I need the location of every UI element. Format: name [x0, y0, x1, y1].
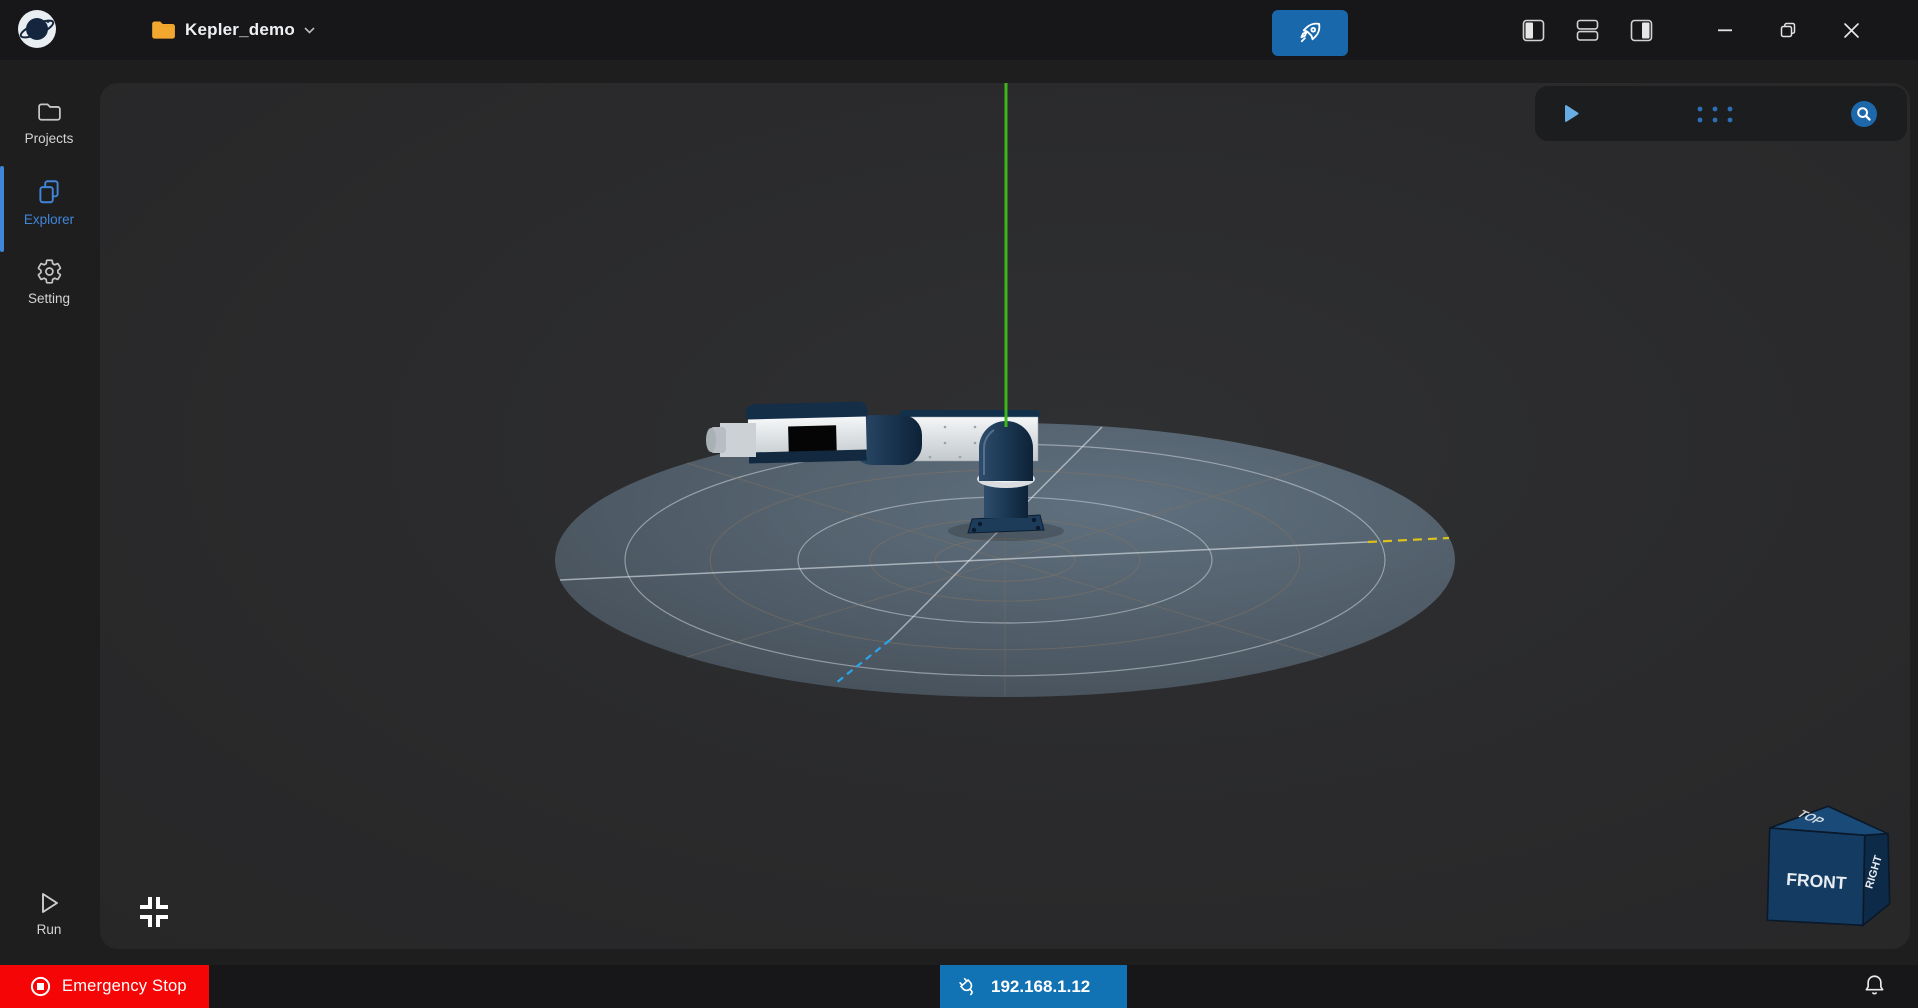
app-window: Kepler_demo: [0, 0, 1918, 1008]
restore-button[interactable]: [1777, 19, 1799, 41]
play-outline-icon: [37, 890, 61, 916]
ip-address-label: 192.168.1.12: [991, 977, 1090, 997]
cube-label-front: FRONT: [1786, 869, 1848, 893]
titlebar: Kepler_demo: [0, 0, 1918, 60]
planet-icon: [17, 9, 57, 49]
project-name: Kepler_demo: [185, 20, 295, 40]
app-logo: [17, 9, 57, 49]
layout-toggle-group: [1520, 0, 1655, 60]
close-button[interactable]: [1841, 20, 1862, 41]
documents-icon: [35, 178, 63, 206]
emergency-stop-label: Emergency Stop: [62, 977, 187, 996]
sidebar-item-setting[interactable]: Setting: [0, 258, 98, 306]
drag-dots-icon: [1695, 104, 1735, 124]
viewport-3d: TOP FRONT RIGHT: [100, 83, 1910, 949]
folder-icon: [150, 17, 176, 43]
bell-icon: [1862, 973, 1887, 998]
project-selector[interactable]: Kepler_demo: [150, 12, 315, 48]
close-icon: [1843, 22, 1860, 39]
folder-outline-icon: [36, 98, 63, 125]
minimize-icon: [1717, 22, 1733, 38]
simulate-play-button[interactable]: [1562, 102, 1581, 125]
panel-split-horizontal-icon: [1576, 19, 1599, 42]
gear-icon: [36, 258, 63, 285]
panel-right-icon: [1630, 19, 1653, 42]
axis-y-green: [1005, 83, 1008, 427]
sidebar-item-projects[interactable]: Projects: [0, 98, 98, 146]
collapse-view-button[interactable]: [136, 893, 172, 934]
scene-canvas[interactable]: [100, 83, 1910, 949]
chevron-down-icon: [304, 27, 315, 34]
play-filled-icon: [1564, 104, 1579, 123]
window-controls: [1715, 0, 1862, 60]
run-button[interactable]: Run: [0, 890, 98, 937]
zoom-search-icon: [1850, 100, 1878, 128]
panel-right-toggle[interactable]: [1628, 17, 1655, 44]
connection-button[interactable]: 192.168.1.12: [940, 965, 1127, 1008]
sidebar: Projects Explorer Setting Run: [0, 60, 98, 965]
notifications-button[interactable]: [1862, 973, 1887, 998]
panel-left-icon: [1522, 19, 1545, 42]
panel-split-horizontal-toggle[interactable]: [1574, 17, 1601, 44]
orientation-cube[interactable]: TOP FRONT RIGHT: [1763, 797, 1897, 937]
sidebar-item-explorer[interactable]: Explorer: [0, 178, 98, 227]
plug-icon: [956, 975, 979, 998]
minimize-button[interactable]: [1715, 20, 1735, 40]
toolbar-drag-handle[interactable]: [1695, 104, 1735, 124]
sidebar-item-label: Setting: [28, 291, 70, 306]
collapse-icon: [136, 893, 172, 931]
sidebar-item-label: Explorer: [24, 212, 74, 227]
emergency-stop-button[interactable]: Emergency Stop: [0, 965, 209, 1008]
viewport-toolbar: [1535, 86, 1907, 141]
zoom-search-button[interactable]: [1848, 98, 1880, 130]
launch-button[interactable]: [1272, 10, 1348, 56]
run-label: Run: [37, 922, 62, 937]
sidebar-item-label: Projects: [25, 131, 74, 146]
statusbar: Emergency Stop 192.168.1.12: [0, 965, 1918, 1008]
panel-left-toggle[interactable]: [1520, 17, 1547, 44]
rocket-icon: [1297, 20, 1323, 46]
restore-icon: [1779, 21, 1797, 39]
emergency-stop-icon: [30, 976, 51, 997]
robot-shoulder-joint: [979, 421, 1033, 481]
